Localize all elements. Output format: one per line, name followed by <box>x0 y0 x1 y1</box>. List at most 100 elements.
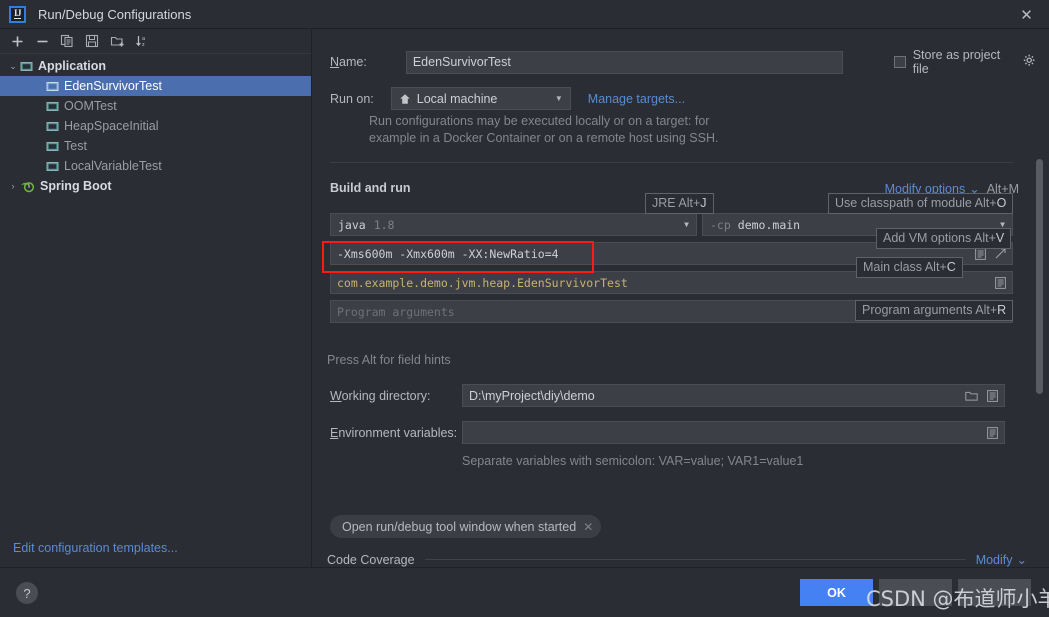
environment-variables-label: Environment variables: <box>330 425 458 440</box>
svg-text:z: z <box>142 42 145 48</box>
title-bar: IJ Run/Debug Configurations ✕ <box>0 0 1049 29</box>
program-arguments-hint-mnemonic: R <box>997 303 1007 317</box>
close-icon[interactable]: ✕ <box>1004 0 1049 29</box>
sort-alphabetical-icon[interactable]: a z <box>131 31 153 52</box>
sidebar-item-edensurvivortest[interactable]: EdenSurvivorTest <box>0 76 311 96</box>
module-classpath-hint-mnemonic: O <box>996 196 1007 210</box>
program-arguments-hint-text: Program arguments Alt+ <box>862 303 998 317</box>
run-on-value: Local machine <box>416 91 498 106</box>
sidebar-item-label: Test <box>64 139 87 153</box>
sidebar-item-oomtest[interactable]: OOMTest <box>0 96 311 116</box>
jre-hint-mnemonic: J <box>700 196 707 210</box>
add-configuration-button[interactable] <box>6 31 28 52</box>
store-as-project-file-label: Store as project file <box>912 48 1001 76</box>
run-on-label: Run on: <box>330 91 374 106</box>
folder-browse-icon[interactable] <box>965 390 978 402</box>
working-directory-input[interactable]: D:\myProject\diy\demo <box>462 384 1005 407</box>
vm-options-hint-text: Add VM options Alt+ <box>883 231 996 245</box>
intellij-logo-icon: IJ <box>9 5 26 23</box>
chip-close-icon[interactable]: ✕ <box>583 520 593 534</box>
sidebar-toolbar: a z <box>0 29 311 54</box>
spring-boot-icon <box>20 180 35 193</box>
module-classpath-hint-text: Use classpath of module Alt+ <box>835 196 997 210</box>
module-classpath-hint-tooltip: Use classpath of module Alt+O <box>828 193 1014 214</box>
section-divider <box>330 162 1013 163</box>
working-directory-value: D:\myProject\diy\demo <box>469 388 595 403</box>
configuration-icon <box>46 80 59 93</box>
chevron-down-icon[interactable]: ⌄ <box>1017 552 1027 567</box>
environment-variables-input[interactable] <box>462 421 1005 444</box>
tree-group-application[interactable]: ⌄ Application <box>0 56 311 76</box>
code-coverage-divider <box>424 559 966 560</box>
name-input-value: EdenSurvivorTest <box>412 55 511 69</box>
sidebar-item-localvariabletest[interactable]: LocalVariableTest <box>0 156 311 176</box>
press-alt-hint: Press Alt for field hints <box>327 353 451 367</box>
name-input[interactable]: EdenSurvivorTest <box>405 50 843 74</box>
vm-options-macro-icon[interactable] <box>975 247 986 260</box>
configuration-icon <box>46 160 59 173</box>
chevron-down-icon[interactable]: ⌄ <box>6 61 20 72</box>
copy-configuration-button[interactable] <box>56 31 78 52</box>
vm-options-value: -Xms600m -Xmx600m -XX:NewRatio=4 <box>337 246 559 261</box>
folder-add-icon[interactable] <box>106 31 128 52</box>
edit-configuration-templates-link[interactable]: Edit configuration templates... <box>13 541 178 555</box>
open-tool-window-chip-label: Open run/debug tool window when started <box>342 519 577 534</box>
tree-group-spring-boot[interactable]: › Spring Boot <box>0 176 311 196</box>
save-configuration-button[interactable] <box>81 31 103 52</box>
configurations-tree: ⌄ Application EdenSurvivorTest OOMTest H… <box>0 54 311 196</box>
run-on-hint-line-2: example in a Docker Container or on a re… <box>369 131 719 145</box>
chevron-down-icon[interactable]: ▼ <box>555 94 566 103</box>
jre-hint-tooltip: JRE Alt+J <box>645 193 714 214</box>
program-arguments-placeholder: Program arguments <box>337 304 455 319</box>
sidebar-item-label: HeapSpaceInitial <box>64 119 159 133</box>
program-arguments-hint-tooltip: Program arguments Alt+R <box>855 300 1014 321</box>
chevron-down-icon[interactable]: ▼ <box>684 220 692 229</box>
configuration-icon <box>46 140 59 153</box>
jre-version: 1.8 <box>373 217 395 232</box>
run-on-dropdown[interactable]: Local machine ▼ <box>390 87 571 110</box>
sidebar-item-heapspaceinitial[interactable]: HeapSpaceInitial <box>0 116 311 136</box>
classpath-value: demo.main <box>737 217 801 232</box>
working-directory-macro-icon[interactable] <box>987 389 998 402</box>
code-coverage-modify-link[interactable]: Modify <box>976 553 1013 567</box>
open-tool-window-chip[interactable]: Open run/debug tool window when started … <box>330 515 602 538</box>
window-title: Run/Debug Configurations <box>38 6 192 22</box>
configurations-sidebar: a z ⌄ Application EdenSurvivorTest OOMTe… <box>0 29 312 567</box>
code-coverage-label: Code Coverage <box>327 552 415 567</box>
configuration-icon <box>46 120 59 133</box>
form-scrollbar[interactable] <box>1036 159 1043 394</box>
main-class-value: com.example.demo.jvm.heap.EdenSurvivorTe… <box>337 275 628 290</box>
vm-options-expand-icon[interactable] <box>995 248 1006 259</box>
home-icon <box>399 93 411 105</box>
ok-button[interactable]: OK <box>800 579 873 606</box>
gear-icon[interactable] <box>1023 54 1036 70</box>
vm-options-hint-tooltip: Add VM options Alt+V <box>876 228 1012 249</box>
jre-hint-text: JRE Alt+ <box>652 196 701 210</box>
run-debug-configurations-dialog: IJ Run/Debug Configurations ✕ a z ⌄ Appl… <box>0 0 1049 617</box>
main-class-browse-icon[interactable] <box>995 276 1006 289</box>
jre-dropdown[interactable]: java 1.8 ▼ <box>330 213 697 236</box>
working-directory-label: Working directory: <box>330 388 431 403</box>
main-class-hint-text: Main class Alt+ <box>863 260 947 274</box>
jre-value: java <box>338 217 366 232</box>
environment-variables-macro-icon[interactable] <box>987 426 998 439</box>
configuration-icon <box>46 100 59 113</box>
environment-variables-hint: Separate variables with semicolon: VAR=v… <box>462 454 804 468</box>
chevron-right-icon[interactable]: › <box>6 181 20 191</box>
run-on-hint-line-1: Run configurations may be executed local… <box>369 114 710 128</box>
store-as-project-file-checkbox[interactable] <box>893 56 906 68</box>
tree-group-label: Application <box>38 59 107 73</box>
main-class-hint-tooltip: Main class Alt+C <box>856 257 963 278</box>
csdn-watermark: CSDN @布道师小羊 <box>866 587 1049 611</box>
intellij-logo-text: IJ <box>13 8 22 19</box>
classpath-prefix: -cp <box>710 217 731 232</box>
vm-options-hint-mnemonic: V <box>995 231 1005 245</box>
tree-group-label: Spring Boot <box>40 179 112 193</box>
sidebar-item-test[interactable]: Test <box>0 136 311 156</box>
remove-configuration-button[interactable] <box>31 31 53 52</box>
main-class-hint-mnemonic: C <box>946 260 956 274</box>
name-label: NName:ame: <box>330 55 367 69</box>
build-and-run-heading: Build and run <box>330 181 411 195</box>
manage-targets-link[interactable]: Manage targets... <box>588 92 685 106</box>
help-button[interactable]: ? <box>16 582 38 604</box>
